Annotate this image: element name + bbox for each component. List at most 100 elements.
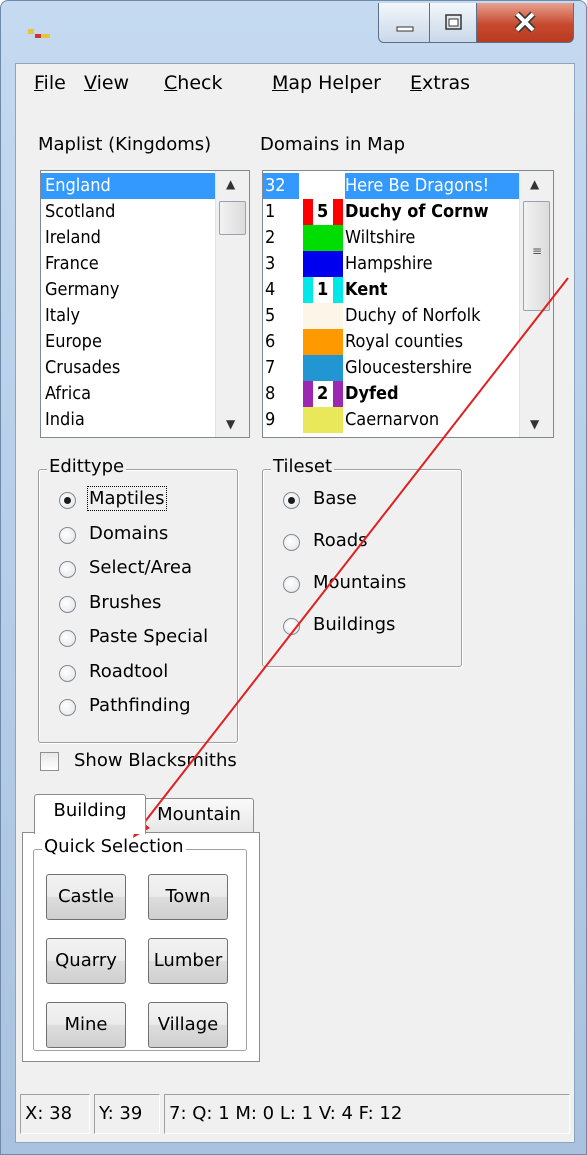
status-bar: X: 38 Y: 39 7: Q: 1 M: 0 L: 1 V: 4 F: 12 [16, 1082, 574, 1140]
show-blacksmiths-label[interactable]: Show Blacksmiths [74, 750, 237, 771]
radio-icon[interactable] [283, 576, 300, 593]
quarry-button[interactable]: Quarry [46, 938, 126, 984]
radio-icon[interactable] [59, 561, 76, 578]
domains-label: Domains in Map [260, 134, 406, 155]
domain-name: Kent [345, 279, 388, 300]
domain-color-swatch [303, 329, 343, 355]
domain-name: Hampshire [345, 253, 433, 274]
domain-name: Royal counties [345, 331, 464, 352]
scroll-up-icon[interactable]: ▲ [530, 177, 539, 191]
domain-color-swatch [303, 355, 343, 381]
domain-row[interactable]: 6 Royal counties [263, 329, 519, 355]
app-icon [28, 29, 50, 38]
domain-row[interactable]: 3 Hampshire [263, 251, 519, 277]
status-x: X: 38 [20, 1094, 90, 1134]
status-y: Y: 39 [94, 1094, 160, 1134]
domain-id: 3 [265, 253, 276, 274]
show-blacksmiths-checkbox[interactable] [40, 752, 59, 771]
domain-color-swatch [303, 225, 343, 251]
mine-button[interactable]: Mine [46, 1002, 126, 1048]
domain-id: 32 [265, 175, 286, 196]
domain-color-swatch [303, 303, 343, 329]
radio-icon[interactable] [283, 534, 300, 551]
domains-scrollbar[interactable]: ▲ ≡ ▼ [519, 171, 553, 437]
maplist-item[interactable]: Africa [41, 381, 215, 407]
maplist-item[interactable]: Italy [41, 303, 215, 329]
maplist-item[interactable]: India [41, 407, 215, 433]
maplist-item[interactable]: Germany [41, 277, 215, 303]
tileset-option-label: Mountains [313, 572, 407, 593]
scroll-thumb[interactable]: ≡ [523, 201, 550, 311]
domain-row[interactable]: 4 1 Kent [263, 277, 519, 303]
radio-icon[interactable] [59, 699, 76, 716]
menu-file[interactable]: File [34, 72, 66, 94]
grip-icon: ≡ [532, 244, 543, 258]
domain-id: 7 [265, 357, 276, 378]
radio-icon[interactable] [59, 664, 76, 682]
town-button[interactable]: Town [148, 874, 228, 920]
domain-row[interactable]: 2 Wiltshire [263, 225, 519, 251]
lumber-button[interactable]: Lumber [148, 938, 228, 984]
maplist-item[interactable]: England [41, 173, 215, 199]
domain-name: Caernarvon [345, 409, 440, 430]
domain-row[interactable]: 1 5 Duchy of Cornw [263, 199, 519, 225]
radio-icon[interactable] [59, 630, 76, 647]
tileset-option-label: Base [313, 488, 357, 509]
domain-color-swatch [333, 277, 343, 303]
maplist-item[interactable]: Crusades [41, 355, 215, 381]
scroll-down-icon[interactable]: ▼ [530, 417, 539, 431]
edittype-option-label: Pathfinding [89, 695, 191, 716]
minimize-icon [396, 26, 414, 32]
domain-id: 8 [265, 383, 276, 404]
close-icon [514, 11, 536, 33]
quick-selection-group: Quick Selection Castle Town Quarry Lumbe… [33, 836, 247, 1051]
maplist-item[interactable]: Scotland [41, 199, 215, 225]
domain-name: Here Be Dragons! [345, 175, 490, 196]
minimize-button[interactable] [378, 3, 430, 43]
radio-icon[interactable] [59, 492, 76, 509]
domain-name: Gloucestershire [345, 357, 472, 378]
title-bar[interactable] [1, 1, 586, 63]
close-button[interactable] [476, 3, 574, 43]
edittype-group: Edittype Maptiles Domains Select/Area Brush… [38, 456, 238, 743]
quick-selection-title: Quick Selection [42, 836, 186, 857]
domain-id: 6 [265, 331, 276, 352]
menu-view[interactable]: View [84, 72, 129, 94]
domain-row[interactable]: 7 Gloucestershire [263, 355, 519, 381]
domain-row[interactable]: 32 Here Be Dragons! [263, 173, 519, 199]
edittype-option-label: Roadtool [89, 660, 169, 682]
tab-building[interactable]: Building [34, 794, 146, 834]
domain-row[interactable]: 9 Caernarvon [263, 407, 519, 433]
domain-id: 1 [265, 201, 276, 222]
scroll-thumb[interactable] [219, 201, 246, 235]
radio-icon[interactable] [283, 618, 300, 635]
radio-icon[interactable] [59, 526, 76, 544]
menu-check[interactable]: Check [164, 72, 222, 94]
castle-button[interactable]: Castle [46, 874, 126, 920]
domain-color-swatch [303, 173, 343, 199]
maplist-item[interactable]: Europe [41, 329, 215, 355]
menu-map-helper[interactable]: Map Helper [272, 72, 381, 94]
scroll-up-icon[interactable]: ▲ [226, 177, 235, 191]
domain-row[interactable]: 5 Duchy of Norfolk [263, 303, 519, 329]
village-button[interactable]: Village [148, 1002, 228, 1048]
domain-row[interactable]: 8 2 Dyfed [263, 381, 519, 407]
domain-name: Wiltshire [345, 227, 416, 248]
menu-extras[interactable]: Extras [410, 72, 470, 94]
maplist-scrollbar[interactable]: ▲ ▼ [215, 171, 249, 437]
maplist-item[interactable]: France [41, 251, 215, 277]
edittype-option-label: Brushes [89, 591, 162, 613]
main-panel: File View Check Map Helper Extras Maplis… [15, 63, 575, 1143]
domain-count: 2 [317, 383, 329, 404]
domains-listbox[interactable]: 32 Here Be Dragons! 1 5 Duchy of Cornw 2 Wilts… [262, 170, 554, 438]
maximize-button[interactable] [429, 3, 477, 43]
tab-mountain[interactable]: Mountain [144, 798, 254, 834]
radio-icon[interactable] [283, 492, 300, 509]
domain-id: 9 [265, 409, 276, 430]
radio-icon[interactable] [59, 595, 76, 613]
maplist-item[interactable]: Ireland [41, 225, 215, 251]
scroll-down-icon[interactable]: ▼ [226, 417, 235, 431]
domain-name: Dyfed [345, 383, 399, 404]
maplist-listbox[interactable]: England Scotland Ireland France Germany Italy… [40, 170, 250, 438]
edittype-option-label: Select/Area [89, 557, 193, 578]
